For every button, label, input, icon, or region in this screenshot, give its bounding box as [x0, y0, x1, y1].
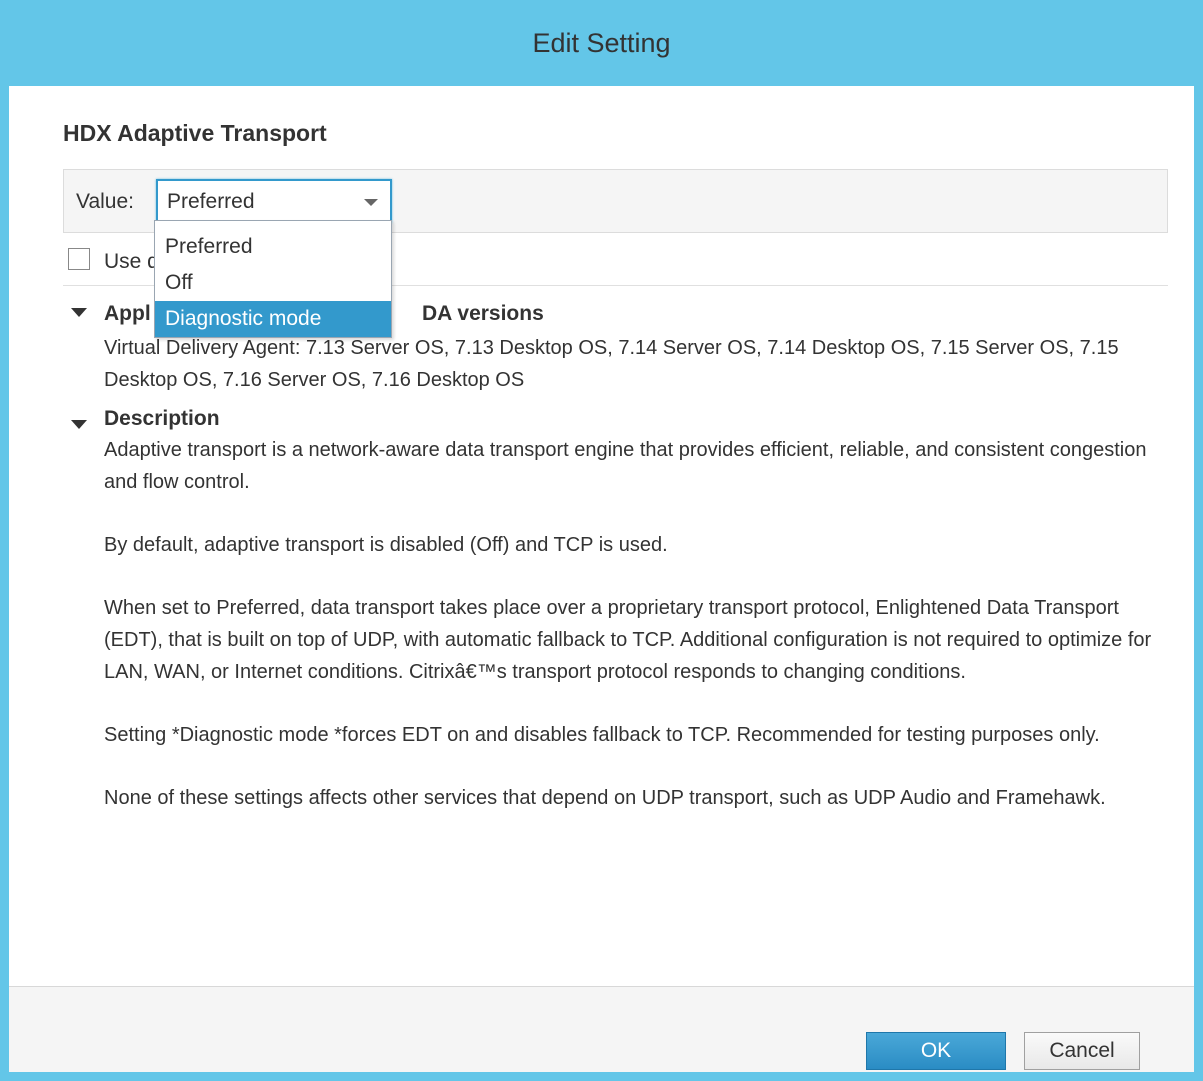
description-paragraph: When set to Preferred, data transport ta…: [104, 597, 1152, 683]
description-paragraph: By default, adaptive transport is disabl…: [104, 534, 668, 556]
option-off[interactable]: Off: [155, 265, 391, 301]
collapse-triangle-icon[interactable]: [71, 420, 87, 429]
chevron-down-icon[interactable]: [364, 199, 378, 206]
description-title[interactable]: Description: [104, 407, 220, 431]
option-preferred[interactable]: Preferred: [155, 229, 391, 265]
value-dropdown-list: Preferred Off Diagnostic mode: [154, 220, 392, 338]
dialog-content: HDX Adaptive Transport Value: Preferred …: [9, 86, 1194, 1072]
dialog-title: Edit Setting: [532, 28, 671, 58]
option-diagnostic-mode[interactable]: Diagnostic mode: [155, 301, 391, 337]
description-paragraph: Adaptive transport is a network-aware da…: [104, 439, 1147, 493]
description-body: Adaptive transport is a network-aware da…: [104, 434, 1174, 845]
description-paragraph: None of these settings affects other ser…: [104, 787, 1106, 809]
cancel-button[interactable]: Cancel: [1024, 1032, 1140, 1070]
edit-setting-dialog: Edit Setting HDX Adaptive Transport Valu…: [0, 0, 1203, 1081]
setting-name: HDX Adaptive Transport: [63, 120, 327, 146]
dialog-footer: OK Cancel: [9, 986, 1194, 1072]
use-default-checkbox[interactable]: [68, 248, 90, 270]
applies-to-title-suffix: DA versions: [422, 302, 544, 325]
use-default-label[interactable]: Use d: [104, 250, 159, 274]
value-select[interactable]: Preferred: [156, 179, 392, 223]
ok-button[interactable]: OK: [866, 1032, 1006, 1070]
select-current-value: Preferred: [167, 190, 255, 213]
value-label: Value:: [76, 190, 134, 213]
applies-to-title[interactable]: Appl: [104, 302, 151, 326]
collapse-triangle-icon[interactable]: [71, 308, 87, 317]
description-paragraph: Setting *Diagnostic mode *forces EDT on …: [104, 724, 1100, 746]
applies-to-text: Virtual Delivery Agent: 7.13 Server OS, …: [104, 337, 1119, 391]
